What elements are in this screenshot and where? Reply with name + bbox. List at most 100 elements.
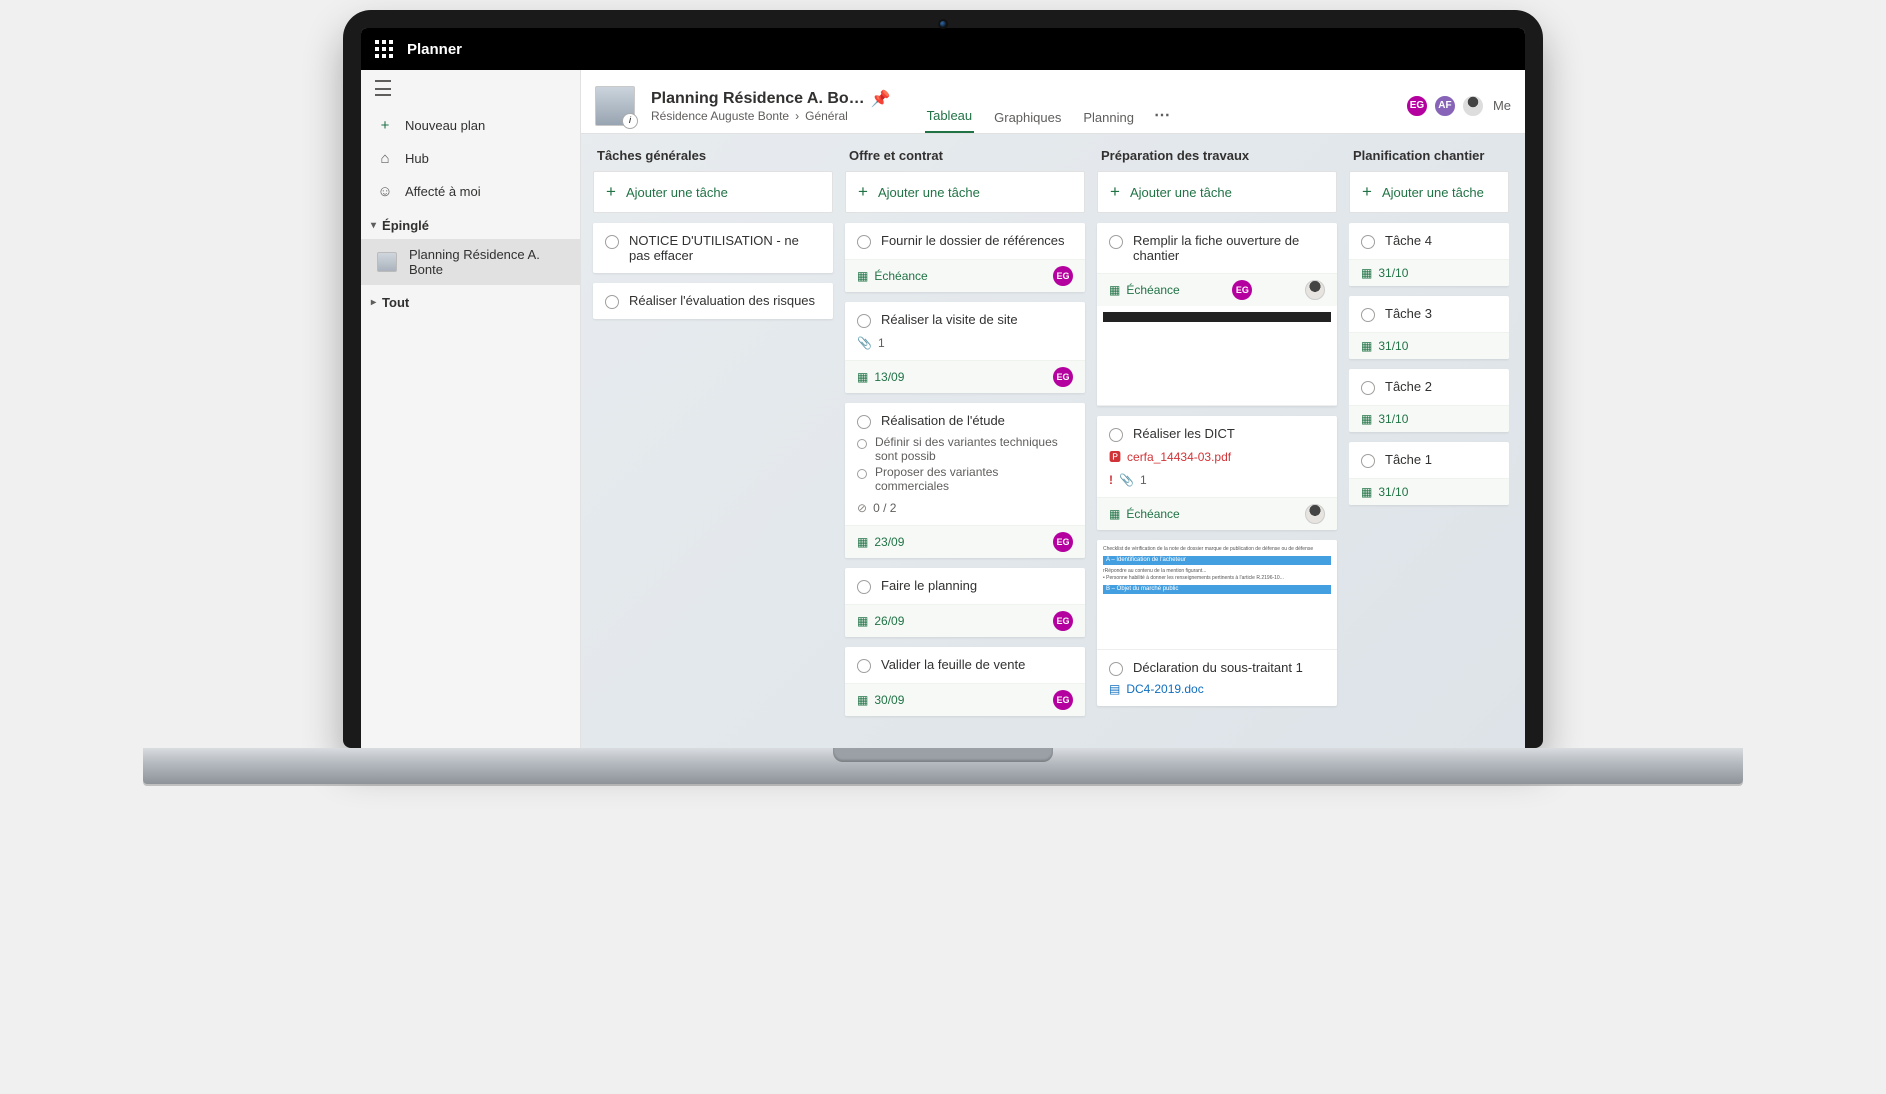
app-name: Planner	[407, 41, 462, 58]
sidebar-group-all[interactable]: ▸ Tout	[361, 285, 580, 316]
sidebar-group-pinned[interactable]: ▾ Épinglé	[361, 208, 580, 239]
task-card[interactable]: Tâche 3▦31/10	[1349, 296, 1509, 359]
tab-graphiques[interactable]: Graphiques	[992, 110, 1063, 133]
add-task-button[interactable]: + Ajouter une tâche	[1097, 171, 1337, 213]
plan-title: Planning Résidence A. Bo…	[651, 90, 865, 108]
due-date: 13/09	[874, 370, 904, 384]
complete-checkbox[interactable]	[1109, 428, 1123, 442]
attachment-name: cerfa_14434-03.pdf	[1127, 450, 1231, 464]
task-meta: 📎1	[857, 336, 1073, 350]
attachment-count: 1	[1140, 473, 1147, 487]
members-label: Me	[1493, 98, 1511, 113]
due-date: Échéance	[1126, 507, 1179, 521]
complete-checkbox[interactable]	[857, 235, 871, 249]
pin-icon[interactable]: 📌	[871, 89, 891, 109]
due-date: 31/10	[1378, 266, 1408, 280]
app-launcher-icon[interactable]	[375, 40, 393, 58]
board: Tâches générales + Ajouter une tâche NOTICE…	[581, 134, 1525, 748]
bucket-title: Offre et contrat	[845, 146, 1085, 171]
laptop-base	[143, 748, 1743, 784]
sidebar-item-hub[interactable]: ⌂ Hub	[361, 142, 580, 175]
task-due-footer: ▦26/09EG	[845, 604, 1085, 637]
sidebar-item-label: Planning Résidence A. Bonte	[409, 247, 564, 277]
header-members[interactable]: EG AF Me	[1409, 94, 1511, 118]
add-task-button[interactable]: +Ajouter une tâche	[593, 171, 833, 213]
complete-checkbox[interactable]	[1361, 381, 1375, 395]
task-card[interactable]: Checklist de vérification de la note de …	[1097, 540, 1337, 706]
plus-icon: +	[1110, 182, 1120, 202]
attachment-count: 1	[878, 336, 885, 350]
person-icon: ☺	[377, 183, 393, 200]
complete-checkbox[interactable]	[857, 580, 871, 594]
assignee-avatar: EG	[1053, 690, 1073, 710]
task-card[interactable]: Réaliser la visite de site📎1▦13/09EG	[845, 302, 1085, 393]
pdf-icon: 🅿	[1109, 448, 1121, 465]
due-date: 30/09	[874, 693, 904, 707]
tabs-more-icon[interactable]: ⋯	[1154, 105, 1172, 133]
task-card[interactable]: Fournir le dossier de références▦Échéanc…	[845, 223, 1085, 292]
webcam	[938, 19, 948, 29]
complete-checkbox[interactable]	[1109, 235, 1123, 249]
bucket: Planification chantier+Ajouter une tâche…	[1349, 146, 1509, 736]
complete-checkbox[interactable]	[605, 235, 619, 249]
checklist-progress: 0 / 2	[873, 501, 896, 515]
breadcrumb: Résidence Auguste Bonte › Général	[651, 109, 891, 123]
attachment-name: DC4-2019.doc	[1126, 682, 1203, 696]
task-title: Tâche 4	[1385, 233, 1432, 248]
task-title: Tâche 3	[1385, 306, 1432, 321]
task-due-footer: ▦31/10	[1349, 478, 1509, 505]
due-date: Échéance	[874, 269, 927, 283]
complete-checkbox[interactable]	[1361, 235, 1375, 249]
task-card[interactable]: Tâche 1▦31/10	[1349, 442, 1509, 505]
attachment-icon: 📎	[1119, 473, 1134, 487]
complete-checkbox[interactable]	[857, 415, 871, 429]
plan-thumbnail-icon	[377, 252, 397, 272]
task-card[interactable]: Faire le planning▦26/09EG	[845, 568, 1085, 637]
complete-checkbox[interactable]	[1361, 454, 1375, 468]
subtask-label: Définir si des variantes techniques sont…	[875, 435, 1073, 463]
task-card[interactable]: Réaliser l'évaluation des risques	[593, 283, 833, 319]
card-preview-image: Checklist de vérification de la note de …	[1097, 540, 1337, 650]
complete-checkbox[interactable]	[1109, 662, 1123, 676]
complete-checkbox[interactable]	[857, 314, 871, 328]
plus-icon: +	[606, 182, 616, 202]
subtask-checkbox[interactable]	[857, 439, 867, 449]
sidebar-item-new-plan[interactable]: + Nouveau plan	[361, 109, 580, 142]
task-card[interactable]: Valider la feuille de vente▦30/09EG	[845, 647, 1085, 716]
add-task-label: Ajouter une tâche	[878, 185, 980, 200]
assignee-avatar	[1305, 504, 1325, 524]
task-card[interactable]: Remplir la fiche ouverture de chantier▦É…	[1097, 223, 1337, 406]
sidebar-item-assigned[interactable]: ☺ Affecté à moi	[361, 175, 580, 208]
task-card[interactable]: Réalisation de l'étudeDéfinir si des var…	[845, 403, 1085, 558]
bucket-title: Tâches générales	[593, 146, 833, 171]
sidebar-collapse-button[interactable]	[361, 70, 580, 109]
complete-checkbox[interactable]	[605, 295, 619, 309]
plan-avatar[interactable]	[595, 86, 635, 126]
subtask-item[interactable]: Définir si des variantes techniques sont…	[857, 435, 1073, 463]
subtask-item[interactable]: Proposer des variantes commerciales	[857, 465, 1073, 493]
tab-planning[interactable]: Planning	[1081, 110, 1136, 133]
task-card[interactable]: Tâche 4 ▦ 31/10	[1349, 223, 1509, 286]
assignee-avatar: EG	[1053, 367, 1073, 387]
sidebar-pinned-plan[interactable]: Planning Résidence A. Bonte	[361, 239, 580, 285]
complete-checkbox[interactable]	[1361, 308, 1375, 322]
calendar-icon: ▦	[1109, 283, 1120, 297]
task-meta: ⊘0 / 2	[857, 501, 1073, 515]
breadcrumb-parent[interactable]: Résidence Auguste Bonte	[651, 109, 789, 123]
breadcrumb-child[interactable]: Général	[805, 109, 848, 123]
attachment-link[interactable]: ▤DC4-2019.doc	[1109, 682, 1325, 696]
add-task-label: Ajouter une tâche	[1130, 185, 1232, 200]
task-title: Réaliser la visite de site	[881, 312, 1018, 327]
add-task-button[interactable]: +Ajouter une tâche	[1349, 171, 1509, 213]
subtask-checkbox[interactable]	[857, 469, 867, 479]
tab-tableau[interactable]: Tableau	[925, 108, 975, 133]
attachment-link[interactable]: 🅿cerfa_14434-03.pdf	[1109, 448, 1325, 465]
task-card[interactable]: Tâche 2▦31/10	[1349, 369, 1509, 432]
add-task-button[interactable]: +Ajouter une tâche	[845, 171, 1085, 213]
app-body: + Nouveau plan ⌂ Hub ☺ Affecté à moi ▾ É…	[361, 70, 1525, 748]
task-card[interactable]: NOTICE D'UTILISATION - ne pas effacer	[593, 223, 833, 273]
complete-checkbox[interactable]	[857, 659, 871, 673]
task-card[interactable]: Réaliser les DICT🅿cerfa_14434-03.pdf!📎1▦…	[1097, 416, 1337, 530]
calendar-icon: ▦	[1361, 266, 1372, 280]
task-due-footer: ▦Échéance	[1097, 497, 1337, 530]
